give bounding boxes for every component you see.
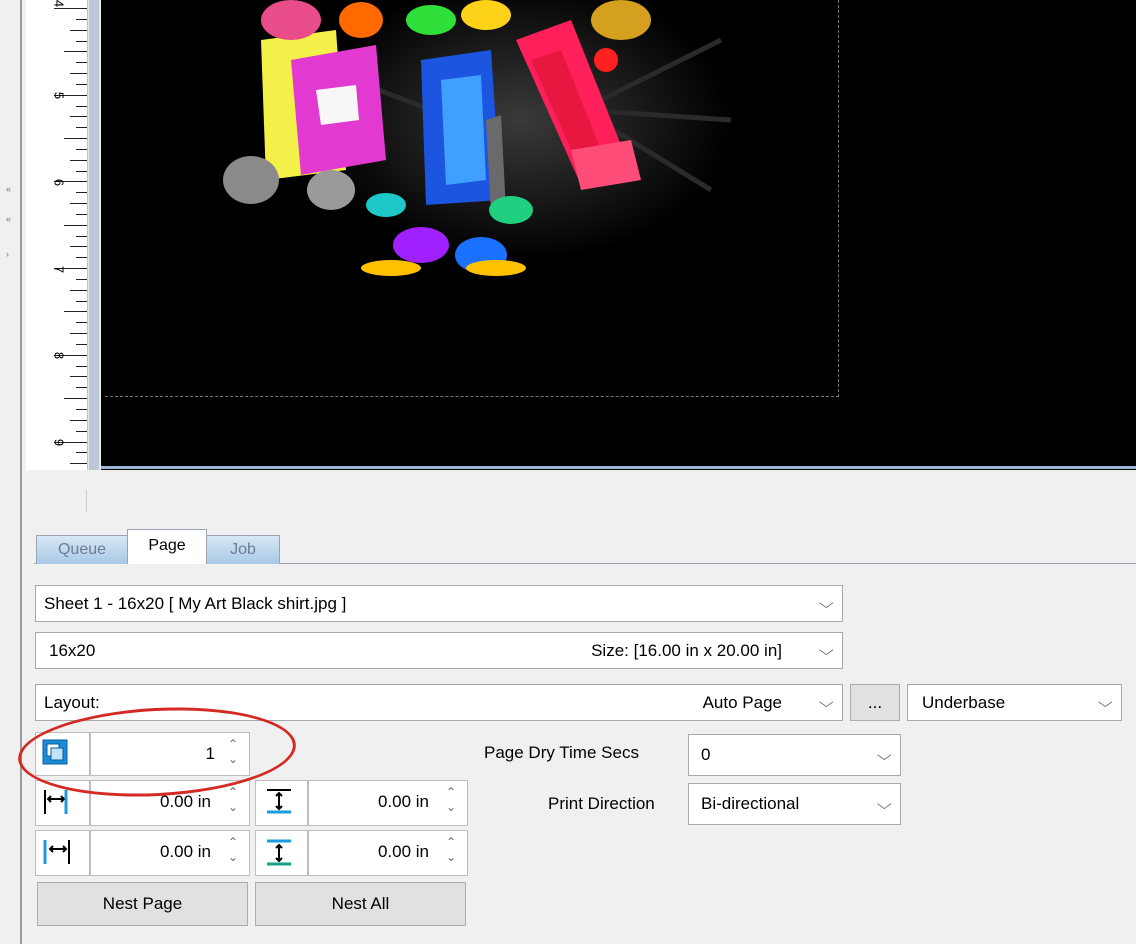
media-size-text: Size: [16.00 in x 20.00 in]: [591, 641, 782, 660]
page-dry-time-select[interactable]: 0 ⌵: [688, 734, 901, 776]
right-margin-icon-cell: [35, 830, 90, 876]
chevron-down-icon: ⌵: [1098, 694, 1114, 710]
print-direction-value: Bi-directional: [701, 794, 800, 813]
ruler-number: 8: [51, 351, 67, 360]
ruler-number: 9: [51, 438, 67, 447]
sheet-select[interactable]: Sheet 1 - 16x20 [ My Art Black shirt.jpg…: [35, 585, 843, 622]
right-margin-value: 0.00 in: [159, 842, 211, 861]
ruler-number: 4: [51, 0, 67, 8]
chevron-down-icon: ⌵: [819, 642, 835, 658]
bottom-margin-icon: [267, 839, 291, 866]
panel-splitter[interactable]: « « ›: [0, 0, 21, 944]
layout-more-button[interactable]: ...: [850, 684, 900, 721]
expand-arrow-icon[interactable]: ›: [6, 250, 16, 259]
bottom-margin-icon-cell: [255, 830, 308, 876]
chevron-down-icon: ⌵: [877, 796, 893, 812]
spin-up-down-icon[interactable]: ⌃ ⌄: [225, 785, 241, 815]
collapse-arrow-icon[interactable]: «: [6, 215, 16, 224]
ruler-number: 7: [51, 265, 67, 274]
spin-up-down-icon[interactable]: ⌃ ⌄: [443, 785, 459, 815]
nest-all-button[interactable]: Nest All: [255, 882, 466, 926]
chevron-down-icon: ⌵: [819, 595, 835, 611]
canvas-edge: [101, 466, 1136, 469]
top-margin-icon-cell: [255, 780, 308, 826]
nest-page-button[interactable]: Nest Page: [37, 882, 248, 926]
panel-border: [20, 0, 22, 944]
ink-layer-select[interactable]: Underbase ⌵: [907, 684, 1122, 721]
spin-up-down-icon[interactable]: ⌃ ⌄: [225, 835, 241, 865]
bottom-margin-value: 0.00 in: [377, 842, 429, 861]
page-dry-time-label: Page Dry Time Secs: [484, 743, 639, 762]
print-direction-label: Print Direction: [548, 794, 655, 813]
tab-queue[interactable]: Queue: [36, 535, 128, 564]
tab-job[interactable]: Job: [206, 535, 280, 564]
vertical-ruler: 4 5 6 7 8 9: [26, 0, 92, 470]
right-margin-icon: [43, 840, 70, 864]
ink-layer-value: Underbase: [922, 693, 1006, 712]
scrollbar-thumb[interactable]: [89, 0, 99, 470]
ruler-number: 5: [51, 91, 67, 100]
spin-up-down-icon[interactable]: ⌃ ⌄: [443, 835, 459, 865]
left-margin-icon: [44, 790, 68, 814]
page-boundary: [105, 0, 839, 397]
media-size-select[interactable]: 16x20 Size: [16.00 in x 20.00 in] ⌵: [35, 632, 843, 669]
ruler-divider: [86, 490, 87, 512]
page-dry-time-value: 0: [701, 745, 711, 764]
top-margin-icon: [267, 789, 291, 814]
chevron-down-icon: ⌵: [877, 747, 893, 763]
media-size-name: 16x20: [49, 641, 96, 660]
sheet-select-value: Sheet 1 - 16x20 [ My Art Black shirt.jpg…: [44, 594, 347, 613]
right-margin-stepper[interactable]: 0.00 in ⌃ ⌄: [90, 830, 250, 876]
bottom-margin-stepper[interactable]: 0.00 in ⌃ ⌄: [308, 830, 468, 876]
layout-value: Auto Page: [702, 693, 782, 712]
chevron-down-icon: ⌵: [819, 694, 835, 710]
top-margin-stepper[interactable]: 0.00 in ⌃ ⌄: [308, 780, 468, 826]
top-margin-value: 0.00 in: [377, 792, 429, 811]
collapse-arrow-icon[interactable]: «: [6, 185, 16, 194]
ruler-number: 6: [51, 178, 67, 187]
layout-label: Layout:: [44, 693, 100, 712]
tab-page[interactable]: Page: [127, 529, 207, 564]
print-direction-select[interactable]: Bi-directional ⌵: [688, 783, 901, 825]
